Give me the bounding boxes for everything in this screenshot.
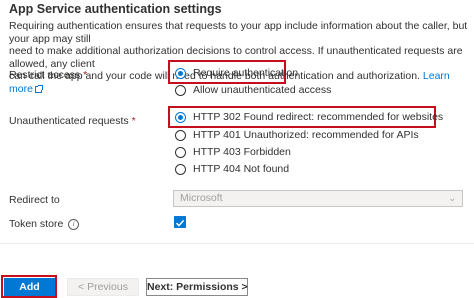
redirect-to-label: Redirect to [9, 194, 60, 206]
radio-button[interactable] [175, 129, 186, 141]
radio-button[interactable] [175, 163, 186, 175]
footer-divider [0, 243, 474, 244]
redirect-to-value: Microsoft [180, 192, 223, 204]
radio-require-authentication[interactable]: Require authentication [175, 65, 298, 81]
radio-label: Require authentication [193, 67, 299, 79]
external-link-icon [34, 84, 43, 93]
restrict-access-label-text: Restrict access [9, 69, 81, 81]
chevron-down-icon: ⌄ [448, 193, 456, 203]
required-mark: * [83, 69, 88, 81]
previous-button[interactable]: < Previous [67, 278, 139, 296]
info-icon[interactable]: i [68, 219, 80, 230]
description-line-1: Requiring authentication ensures that re… [9, 20, 468, 45]
radio-button[interactable] [175, 84, 186, 96]
radio-label: HTTP 401 Unauthorized: recommended for A… [193, 129, 419, 141]
add-button[interactable]: Add [4, 278, 55, 296]
redirect-to-dropdown[interactable]: Microsoft ⌄ [173, 190, 463, 207]
checkmark-icon [175, 219, 185, 227]
radio-button[interactable] [175, 146, 186, 158]
section-title: App Service authentication settings [9, 2, 222, 16]
restrict-access-label: Restrict access * [9, 69, 87, 81]
token-store-checkbox[interactable] [174, 216, 186, 228]
radio-http-302[interactable]: HTTP 302 Found redirect: recommended for… [175, 109, 443, 125]
token-store-label-text: Token store [9, 218, 64, 230]
radio-allow-unauthenticated[interactable]: Allow unauthenticated access [175, 82, 331, 98]
radio-label: HTTP 404 Not found [193, 163, 290, 175]
required-mark: * [131, 115, 136, 127]
radio-http-403[interactable]: HTTP 403 Forbidden [175, 144, 291, 160]
radio-label: HTTP 403 Forbidden [193, 146, 291, 158]
radio-http-401[interactable]: HTTP 401 Unauthorized: recommended for A… [175, 127, 419, 143]
radio-label: HTTP 302 Found redirect: recommended for… [193, 111, 444, 123]
radio-button-selected[interactable] [175, 67, 186, 79]
unauthenticated-requests-label-text: Unauthenticated requests [9, 115, 129, 127]
unauthenticated-requests-label: Unauthenticated requests * [9, 115, 136, 127]
radio-button-selected[interactable] [175, 111, 186, 123]
radio-label: Allow unauthenticated access [193, 84, 332, 96]
next-permissions-button[interactable]: Next: Permissions > [146, 278, 248, 296]
radio-http-404[interactable]: HTTP 404 Not found [175, 161, 289, 177]
token-store-label: Token store i [9, 218, 80, 231]
